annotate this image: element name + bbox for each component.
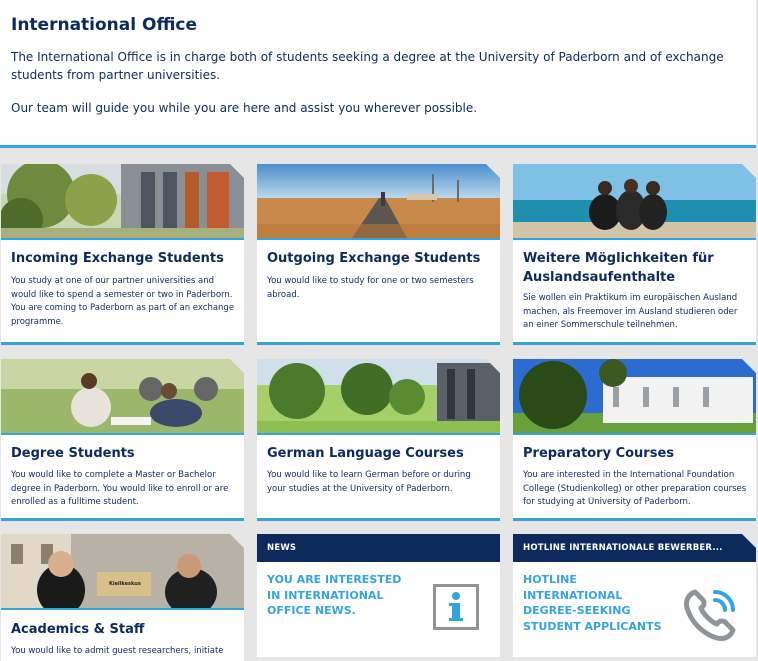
card-text: You would like to complete a Master or B… xyxy=(11,470,229,507)
hotline-header: HOTLINE INTERNATIONALE BEWERBER... xyxy=(523,543,723,553)
news-header: NEWS xyxy=(267,543,297,553)
card-text: You study at one of our partner universi… xyxy=(11,276,235,327)
news-link-text[interactable]: YOU ARE INTERESTED IN INTERNATIONAL OFFI… xyxy=(267,572,417,619)
phone-icon[interactable] xyxy=(681,584,741,644)
card-image-campus xyxy=(257,359,500,435)
card-text: You are interested in the International … xyxy=(523,470,747,507)
card-weitere-moeglichkeiten[interactable]: Weitere Möglichkeiten für Auslandsaufent… xyxy=(513,164,756,345)
card-title[interactable]: Degree Students xyxy=(11,444,236,463)
card-title[interactable]: Incoming Exchange Students xyxy=(11,249,236,268)
card-title[interactable]: German Language Courses xyxy=(267,444,492,463)
intro-panel: International Office The International O… xyxy=(0,0,756,148)
card-image-staff: Kielikeskus xyxy=(1,534,244,610)
card-outgoing-exchange[interactable]: Outgoing Exchange Students You would lik… xyxy=(257,164,500,345)
card-text: You would like to admit guest researcher… xyxy=(11,646,224,656)
intro-paragraph: Our team will guide you while you are he… xyxy=(11,101,478,115)
card-degree-students[interactable]: Degree Students You would like to comple… xyxy=(1,359,244,521)
card-title[interactable]: Weitere Möglichkeiten für Auslandsaufent… xyxy=(523,249,748,287)
info-icon[interactable] xyxy=(433,584,479,630)
card-title[interactable]: Outgoing Exchange Students xyxy=(267,249,492,268)
card-image-white-building xyxy=(513,359,756,435)
card-text: You would like to learn German before or… xyxy=(267,470,471,494)
card-text: You would like to study for one or two s… xyxy=(267,276,474,300)
plaque-text: Kielikeskus xyxy=(109,581,141,587)
card-preparatory-courses[interactable]: Preparatory Courses You are interested i… xyxy=(513,359,756,521)
card-image-road xyxy=(257,164,500,240)
card-title[interactable]: Academics & Staff xyxy=(11,620,236,639)
card-title[interactable]: Preparatory Courses xyxy=(523,444,748,463)
hotline-panel[interactable]: HOTLINE INTERNATIONALE BEWERBER... HOTLI… xyxy=(513,534,756,657)
news-panel[interactable]: NEWS YOU ARE INTERESTED IN INTERNATIONAL… xyxy=(257,534,500,657)
card-image-building xyxy=(1,164,244,240)
card-image-sea xyxy=(513,164,756,240)
page-title: International Office xyxy=(11,15,198,35)
intro-paragraph: The International Office is in charge bo… xyxy=(11,50,724,82)
hotline-link-text[interactable]: HOTLINE INTERNATIONAL DEGREE-SEEKING STU… xyxy=(523,572,673,634)
news-header-bar: NEWS xyxy=(257,534,500,562)
card-incoming-exchange[interactable]: Incoming Exchange Students You study at … xyxy=(1,164,244,345)
hotline-header-bar: HOTLINE INTERNATIONALE BEWERBER... xyxy=(513,534,756,562)
card-german-language[interactable]: German Language Courses You would like t… xyxy=(257,359,500,521)
card-image-students xyxy=(1,359,244,435)
card-academics-staff[interactable]: Kielikeskus Academics & Staff You would … xyxy=(1,534,244,661)
card-text: Sie wollen ein Praktikum im europäischen… xyxy=(523,293,738,330)
